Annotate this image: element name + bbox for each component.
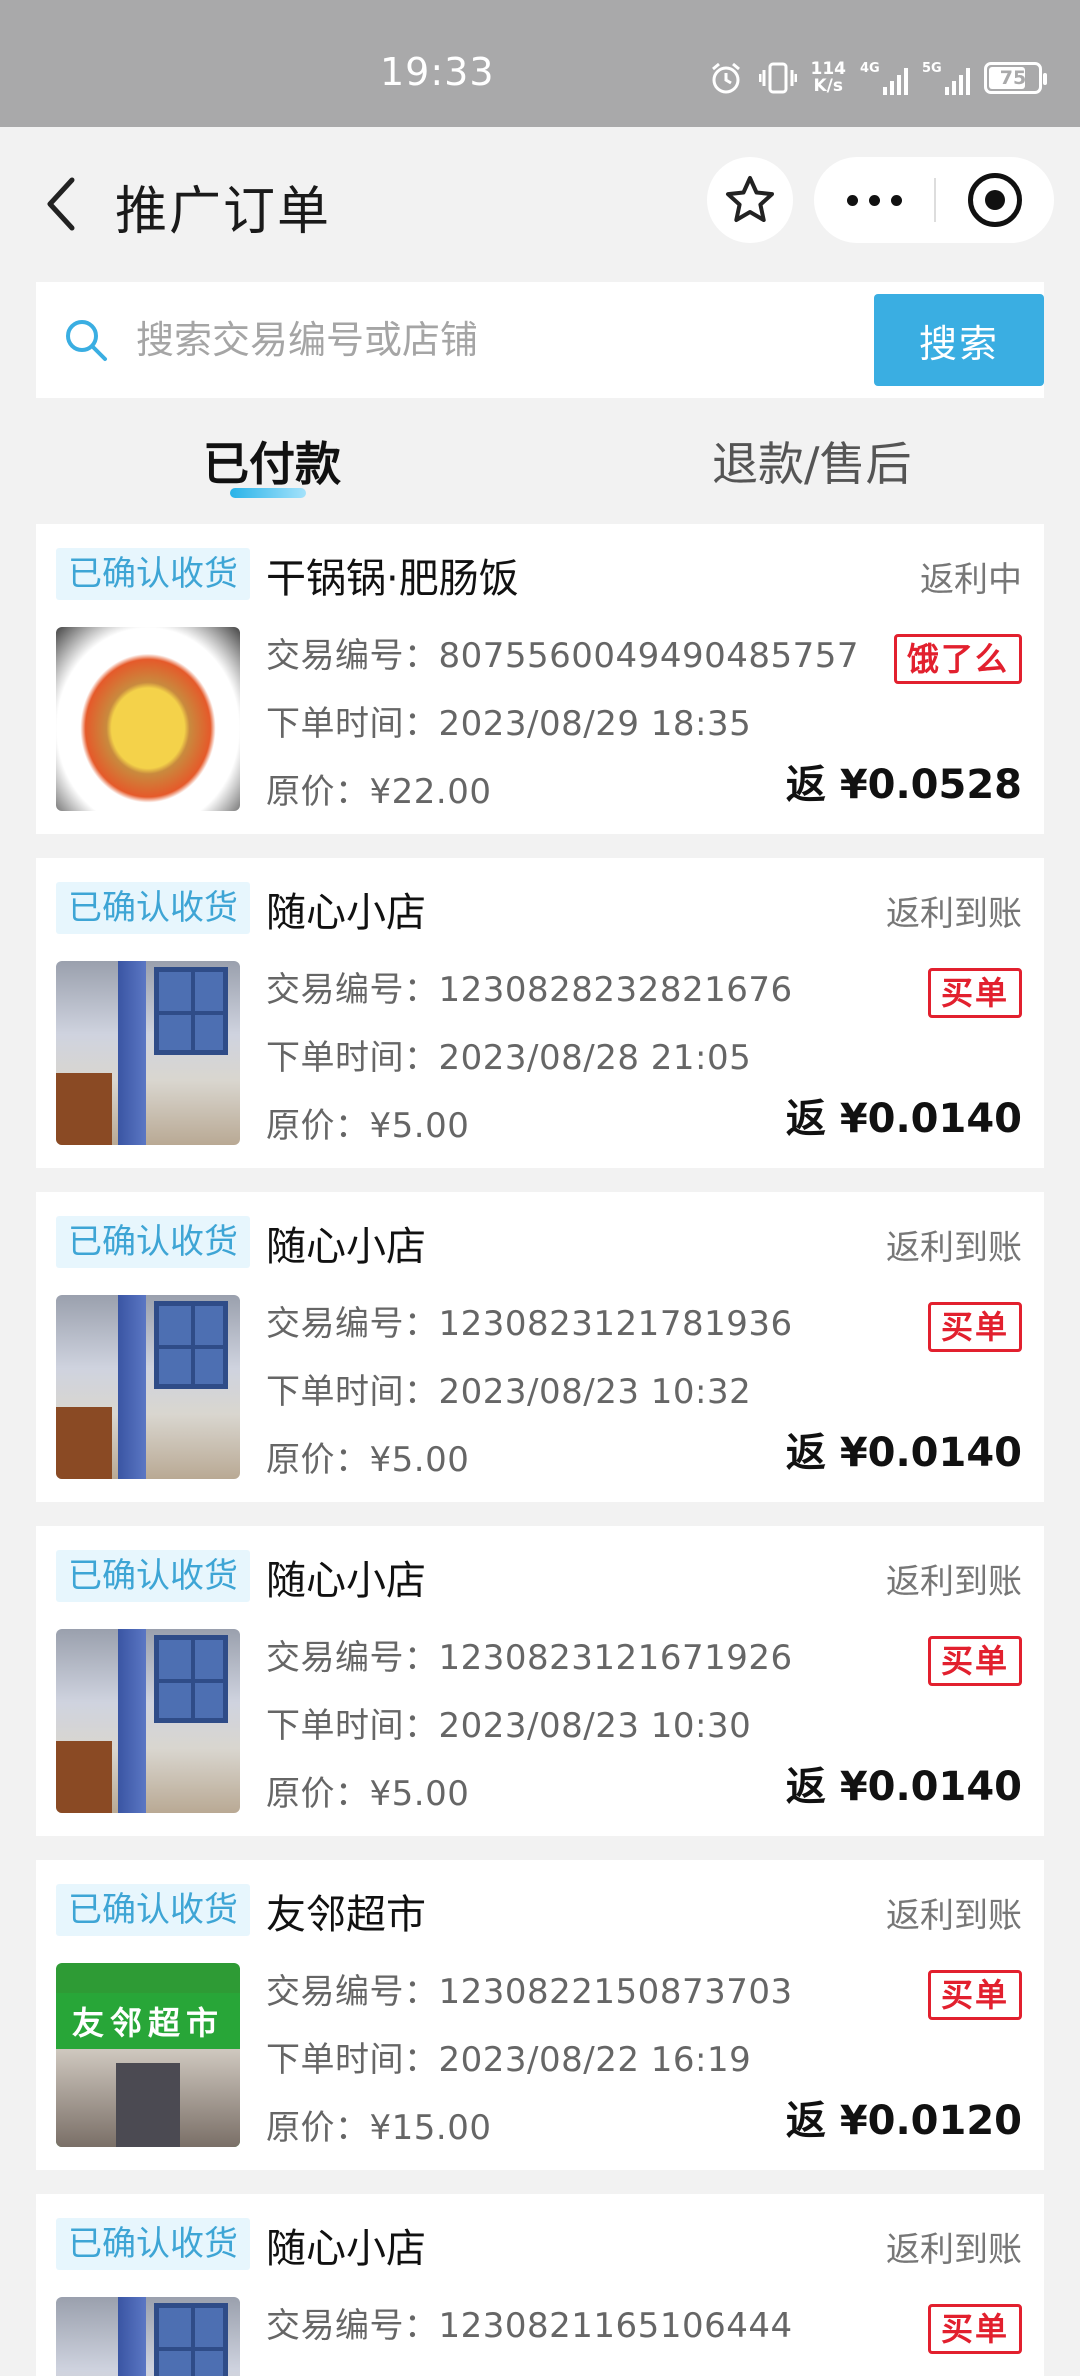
rebate-amount: 返 ¥0.0528 (785, 762, 1022, 808)
status-icons: 114 K/s 4G 5G 75 (707, 58, 1047, 98)
order-status-badge: 已确认收货 (56, 1550, 250, 1602)
rebate-amount: 返 ¥0.0140 (785, 1096, 1022, 1142)
order-shop-name: 随心小店 (266, 1224, 426, 1270)
order-card[interactable]: 已确认收货 随心小店 返利到账 交易编号：1230823121781936 下单… (36, 1192, 1044, 1502)
order-shop-name: 随心小店 (266, 1558, 426, 1604)
order-shop-name: 干锅锅·肥肠饭 (266, 556, 519, 602)
platform-tag: 饿了么 (893, 634, 1022, 684)
trade-number: 交易编号：1230821165106444 (266, 2306, 793, 2346)
order-card[interactable]: 已确认收货 随心小店 返利到账 交易编号：1230828232821676 下单… (36, 858, 1044, 1168)
order-thumbnail (56, 1295, 240, 1479)
order-shop-name: 友邻超市 (266, 1892, 426, 1938)
order-time: 下单时间：2023/08/23 10:30 (266, 1706, 752, 1746)
order-time: 下单时间：2023/08/23 10:32 (266, 1372, 752, 1412)
search-bar: 搜索 (36, 282, 1044, 398)
rebate-status: 返利中 (920, 560, 1022, 600)
platform-tag: 买单 (927, 968, 1022, 1018)
rebate-amount: 返 ¥0.0140 (785, 1430, 1022, 1476)
back-button[interactable] (30, 167, 90, 241)
order-status-badge: 已确认收货 (56, 548, 250, 600)
original-price: 原价：¥5.00 (266, 1440, 470, 1480)
trade-number: 交易编号：1230822150873703 (266, 1972, 793, 2012)
vibrate-icon (758, 59, 797, 97)
active-tab-indicator (230, 488, 306, 498)
order-list: 已确认收货 干锅锅·肥肠饭 返利中 交易编号：807556004949048​5… (36, 524, 1044, 2376)
alarm-icon (707, 59, 745, 97)
order-thumbnail (56, 961, 240, 1145)
battery-icon: 75 (984, 62, 1047, 94)
order-card[interactable]: 已确认收货 随心小店 返利到账 交易编号：1230823121671926 下单… (36, 1526, 1044, 1836)
order-card[interactable]: 已确认收货 友邻超市 返利到账 友邻超市 交易编号：12308221508737… (36, 1860, 1044, 2170)
order-thumbnail (56, 1629, 240, 1813)
close-mini-program-button[interactable] (936, 157, 1054, 243)
status-bar: 19:33 114 K/s 4G 5G 75 (0, 0, 1080, 127)
order-status-badge: 已确认收货 (56, 1216, 250, 1268)
order-status-badge: 已确认收货 (56, 2218, 250, 2270)
order-thumbnail (56, 2297, 240, 2376)
tab-refund-aftersale[interactable]: 退款/售后 (712, 428, 912, 494)
rebate-status: 返利到账 (886, 1896, 1022, 1936)
order-card[interactable]: 已确认收货 干锅锅·肥肠饭 返利中 交易编号：807556004949048​5… (36, 524, 1044, 834)
mini-program-capsule (814, 157, 1054, 243)
order-card[interactable]: 已确认收货 随心小店 返利到账 交易编号：1230821165106444 买单 (36, 2194, 1044, 2376)
favorite-button[interactable] (707, 157, 793, 243)
order-status-badge: 已确认收货 (56, 1884, 250, 1936)
original-price: 原价：¥5.00 (266, 1774, 470, 1814)
order-shop-name: 随心小店 (266, 890, 426, 936)
trade-number: 交易编号：807556004949048​5757 (266, 636, 860, 676)
trade-number: 交易编号：1230828232821676 (266, 970, 793, 1010)
order-time: 下单时间：2023/08/28 21:05 (266, 1038, 752, 1078)
search-input[interactable] (136, 300, 874, 380)
page-title: 推广订单 (115, 182, 332, 242)
trade-number: 交易编号：1230823121781936 (266, 1304, 793, 1344)
original-price: 原价：¥5.00 (266, 1106, 470, 1146)
search-icon (36, 282, 136, 398)
star-icon (726, 176, 774, 222)
platform-tag: 买单 (927, 1970, 1022, 2020)
status-time: 19:33 (380, 50, 495, 94)
order-tabs: 已付款 退款/售后 (0, 410, 1080, 510)
rebate-status: 返利到账 (886, 894, 1022, 934)
platform-tag: 买单 (927, 2304, 1022, 2354)
search-button[interactable]: 搜索 (874, 294, 1044, 386)
order-thumbnail (56, 627, 240, 811)
app-header: 推广订单 (0, 127, 1080, 277)
signal-5g-icon: 5G (922, 61, 970, 95)
platform-tag: 买单 (927, 1302, 1022, 1352)
rebate-status: 返利到账 (886, 2230, 1022, 2270)
original-price: 原价：¥15.00 (266, 2108, 492, 2148)
signal-4g-icon: 4G (860, 61, 908, 95)
order-shop-name: 随心小店 (266, 2226, 426, 2272)
original-price: 原价：¥22.00 (266, 772, 492, 812)
platform-tag: 买单 (927, 1636, 1022, 1686)
shop-sign: 友邻超市 (56, 1993, 240, 2049)
order-status-badge: 已确认收货 (56, 882, 250, 934)
order-time: 下单时间：2023/08/22 16:19 (266, 2040, 752, 2080)
network-speed: 114 K/s (810, 59, 847, 96)
trade-number: 交易编号：1230823121671926 (266, 1638, 793, 1678)
rebate-amount: 返 ¥0.0120 (785, 2098, 1022, 2144)
rebate-status: 返利到账 (886, 1228, 1022, 1268)
tab-paid[interactable]: 已付款 (203, 428, 341, 494)
more-button[interactable] (814, 157, 934, 243)
target-icon (968, 173, 1022, 227)
order-thumbnail: 友邻超市 (56, 1963, 240, 2147)
chevron-left-icon (47, 177, 75, 231)
rebate-status: 返利到账 (886, 1562, 1022, 1602)
rebate-amount: 返 ¥0.0140 (785, 1764, 1022, 1810)
order-time: 下单时间：2023/08/29 18:35 (266, 704, 752, 744)
